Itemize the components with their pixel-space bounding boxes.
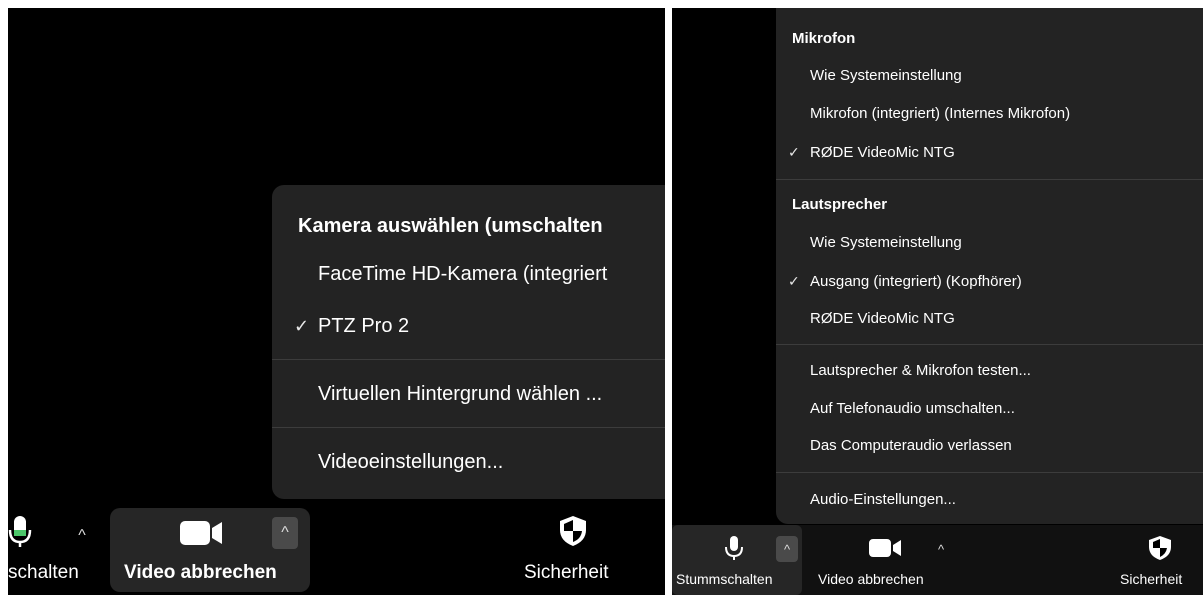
menu-item-video-settings[interactable]: Videoeinstellungen... xyxy=(318,451,503,474)
microphone-header: Mikrofon xyxy=(792,30,856,47)
menu-item-label: Das Computeraudio verlassen xyxy=(810,437,1012,454)
menu-item-label: Videoeinstellungen... xyxy=(318,451,504,473)
menu-item-label: Wie Systemeinstellung xyxy=(810,234,962,251)
video-options-chevron[interactable]: ^ xyxy=(930,536,952,562)
menu-item-label: PTZ Pro 2 xyxy=(318,315,410,337)
menu-item-speaker-system-default[interactable]: Wie Systemeinstellung xyxy=(810,234,962,251)
menu-item-switch-phone-audio[interactable]: Auf Telefonaudio umschalten... xyxy=(810,400,1015,417)
menu-item-label: RØDE VideoMic NTG xyxy=(810,310,955,327)
menu-item-leave-computer-audio[interactable]: Das Computeraudio verlassen xyxy=(810,437,1012,454)
menu-item-speaker-headphones[interactable]: ✓ Ausgang (integriert) (Kopfhörer) xyxy=(788,273,1022,290)
menu-divider xyxy=(776,472,1203,473)
camera-menu-header: Kamera auswählen (umschalten xyxy=(298,215,603,237)
menu-item-label: Auf Telefonaudio umschalten... xyxy=(810,400,1015,417)
menu-item-label: Mikrofon (integriert) (Internes Mikrofon… xyxy=(810,105,1071,122)
stop-video-label: Video abbrechen xyxy=(124,562,277,583)
shield-icon xyxy=(560,516,586,546)
meeting-toolbar: Stummschalten ^ Video abbrechen ^ Sicher… xyxy=(672,525,1203,595)
microphone-icon xyxy=(725,536,743,560)
security-label: Sicherheit xyxy=(524,562,609,583)
menu-item-speaker-rode[interactable]: RØDE VideoMic NTG xyxy=(810,310,955,327)
security-label: Sicherheit xyxy=(1120,571,1183,587)
video-options-chevron[interactable]: ^ xyxy=(272,517,298,549)
menu-divider xyxy=(776,179,1203,180)
menu-item-mic-internal[interactable]: Mikrofon (integriert) (Internes Mikrofon… xyxy=(810,105,1070,122)
mute-button-label: Stummschalten xyxy=(676,571,773,587)
menu-item-label: Wie Systemeinstellung xyxy=(810,67,962,84)
menu-item-label: Ausgang (integriert) (Kopfhörer) xyxy=(810,273,1022,290)
left-meeting-screenshot: Kamera auswählen (umschalten FaceTime HD… xyxy=(8,8,665,595)
menu-item-label: FaceTime HD-Kamera (integriert xyxy=(318,263,608,285)
chevron-up-icon: ^ xyxy=(78,527,86,544)
audio-options-chevron[interactable]: ^ xyxy=(70,524,94,548)
chevron-up-icon: ^ xyxy=(281,524,289,541)
chevron-up-icon: ^ xyxy=(783,541,791,557)
video-camera-icon xyxy=(180,521,222,545)
stop-video-label: Video abbrechen xyxy=(818,571,924,587)
mute-button-label: schalten xyxy=(8,562,79,583)
audio-options-chevron[interactable]: ^ xyxy=(776,536,798,562)
menu-item-virtual-background[interactable]: Virtuellen Hintergrund wählen ... xyxy=(318,383,602,406)
meeting-toolbar: schalten ^ Video abbrechen ^ Sicherheit xyxy=(8,500,665,595)
checkmark-icon: ✓ xyxy=(294,316,310,336)
speaker-header: Lautsprecher xyxy=(792,196,888,213)
microphone-icon xyxy=(8,516,32,547)
right-meeting-screenshot: Mikrofon Wie Systemeinstellung Mikrofon … xyxy=(672,8,1203,595)
security-button[interactable]: Sicherheit xyxy=(1112,525,1203,595)
menu-item-label: RØDE VideoMic NTG xyxy=(810,144,955,161)
chevron-up-icon: ^ xyxy=(937,541,945,557)
menu-item-test-audio[interactable]: Lautsprecher & Mikrofon testen... xyxy=(810,362,1031,379)
security-button[interactable]: Sicherheit xyxy=(518,508,638,592)
menu-item-label: Virtuellen Hintergrund wählen ... xyxy=(318,383,603,405)
checkmark-icon: ✓ xyxy=(788,144,800,160)
menu-item-facetime-camera[interactable]: FaceTime HD-Kamera (integriert xyxy=(318,263,607,286)
menu-item-mic-system-default[interactable]: Wie Systemeinstellung xyxy=(810,67,962,84)
menu-item-ptz-pro-2[interactable]: ✓ PTZ Pro 2 xyxy=(294,315,410,338)
mute-button[interactable]: schalten xyxy=(8,508,92,588)
checkmark-icon: ✓ xyxy=(788,273,800,289)
video-camera-icon xyxy=(869,539,901,557)
camera-select-menu: Kamera auswählen (umschalten FaceTime HD… xyxy=(272,185,665,499)
menu-divider xyxy=(272,427,665,428)
audio-select-menu: Mikrofon Wie Systemeinstellung Mikrofon … xyxy=(776,8,1203,524)
menu-item-audio-settings[interactable]: Audio-Einstellungen... xyxy=(810,491,956,508)
shield-icon xyxy=(1149,536,1171,560)
menu-divider xyxy=(272,359,665,360)
menu-item-mic-rode[interactable]: ✓ RØDE VideoMic NTG xyxy=(788,144,955,161)
menu-divider xyxy=(776,344,1203,345)
menu-item-label: Lautsprecher & Mikrofon testen... xyxy=(810,362,1031,379)
menu-item-label: Audio-Einstellungen... xyxy=(810,491,956,508)
